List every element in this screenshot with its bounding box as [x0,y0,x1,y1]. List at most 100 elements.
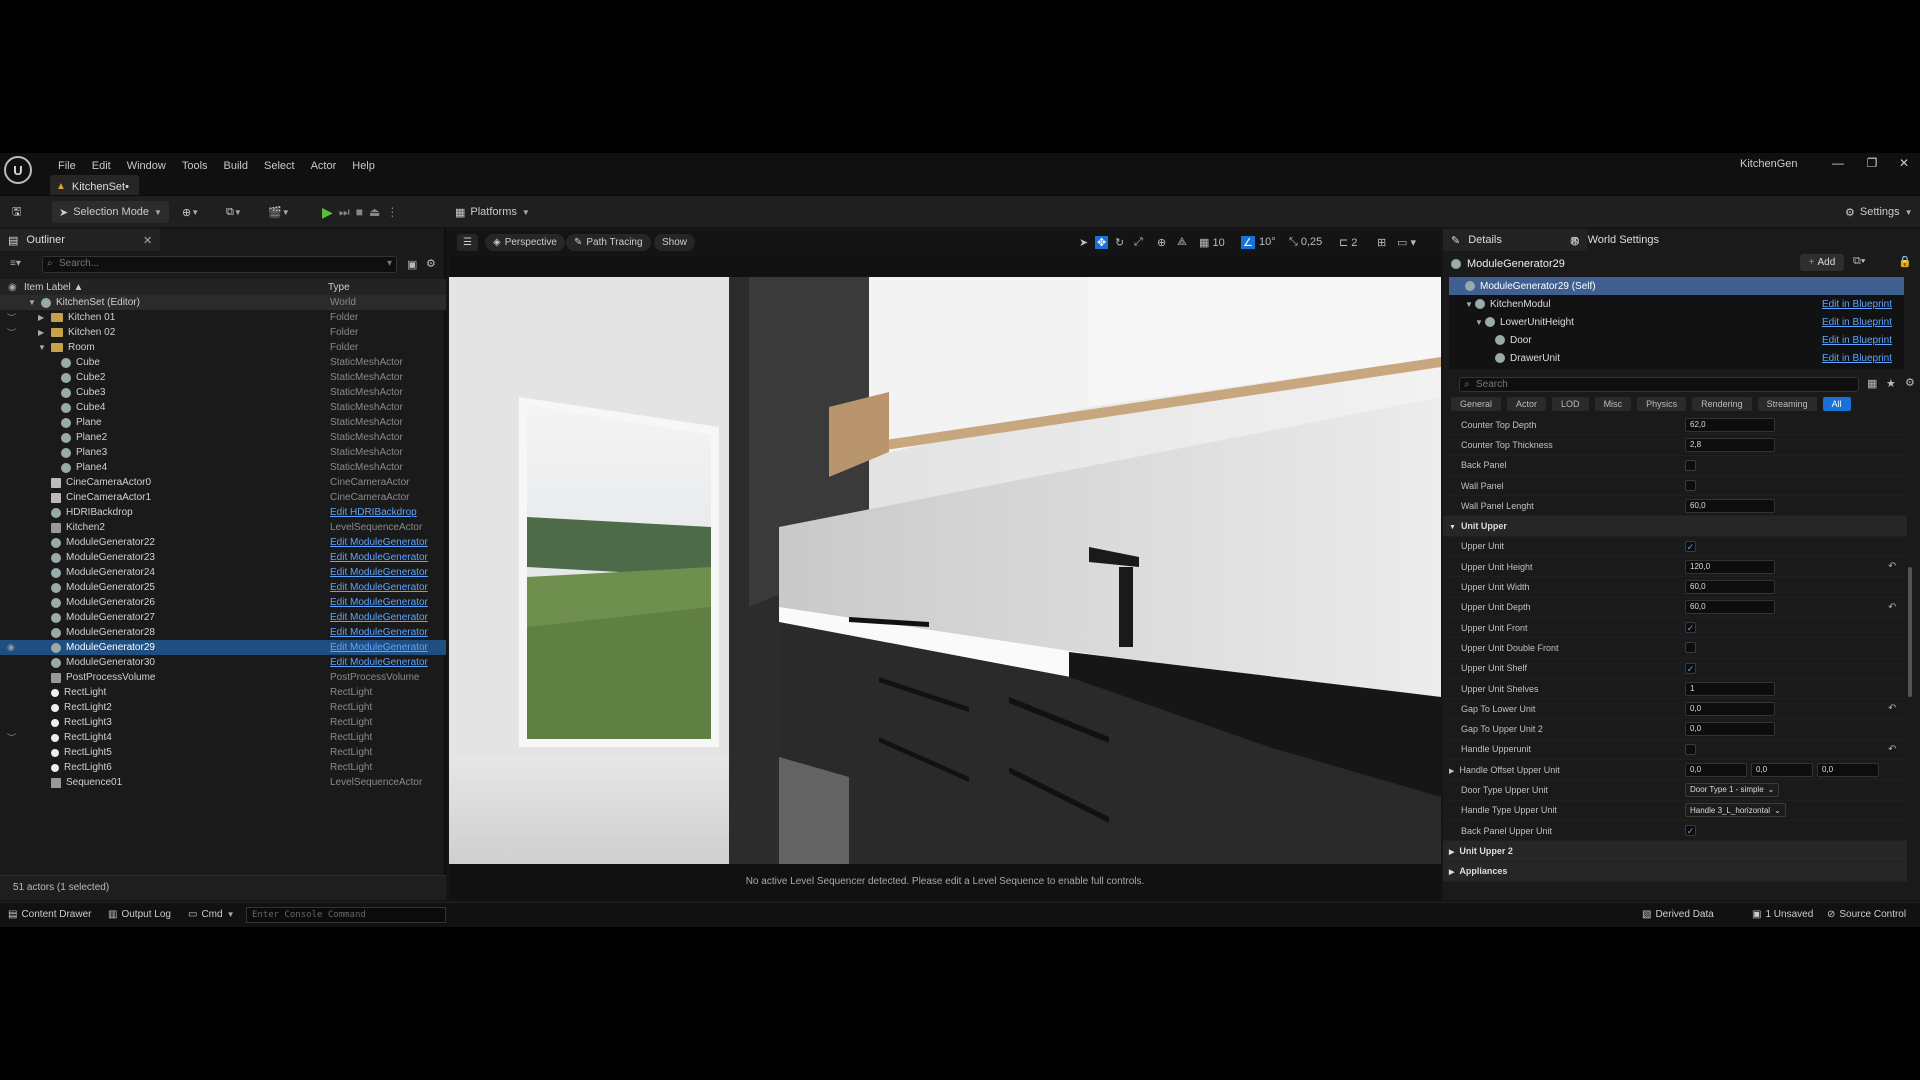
component-row[interactable]: ▼ LowerUnitHeight Edit in Blueprint [1449,313,1904,331]
grid-snap-icon[interactable]: ▦ 10 [1199,236,1225,249]
edit-link[interactable]: Edit ModuleGenerator [330,597,428,608]
source-control-button[interactable]: ⊘ Source Control [1827,909,1906,920]
column-item-label[interactable]: Item Label ▲ [24,282,83,293]
edit-link[interactable]: Edit ModuleGenerator [330,552,428,563]
filter-lod[interactable]: LOD [1552,397,1589,411]
details-scroll-thumb[interactable] [1908,567,1912,697]
outliner-row[interactable]: ModuleGenerator22 Edit ModuleGenerator [0,535,446,550]
component-row[interactable]: ModuleGenerator29 (Self) [1449,277,1904,295]
viewport-render[interactable] [449,277,1441,864]
selection-mode-dropdown[interactable]: ➤ Selection Mode ▼ [52,201,169,223]
checkbox[interactable]: ✓ [1685,825,1696,837]
outliner-row[interactable]: Plane StaticMeshActor [0,415,446,430]
vector-field[interactable]: 0,0 [1817,762,1879,777]
world-settings-tab[interactable]: ◍ World Settings [1562,229,1667,251]
expanded-arrow-icon[interactable]: ▼ [1465,300,1475,309]
outliner-row[interactable]: CineCameraActor1 CineCameraActor [0,490,446,505]
menu-item-edit[interactable]: Edit [84,157,119,175]
outliner-row[interactable]: Cube4 StaticMeshActor [0,400,446,415]
outliner-row[interactable]: PostProcessVolume PostProcessVolume [0,670,446,685]
close-icon[interactable]: ✕ [1892,156,1916,170]
enum-dropdown[interactable]: Door Type 1 - simple ⌄ [1685,782,1780,797]
outliner-row[interactable]: RectLight3 RectLight [0,715,446,730]
edit-in-blueprint-link[interactable]: Edit in Blueprint [1822,335,1892,346]
edit-link[interactable]: Edit ModuleGenerator [330,582,428,593]
platforms-dropdown[interactable]: ▦ Platforms ▼ [448,201,537,223]
add-actor-icon[interactable]: ⊕ ▼ [182,201,199,223]
outliner-row[interactable]: Cube3 StaticMeshActor [0,385,446,400]
path-tracing-button[interactable]: ✎ Path Tracing [566,234,651,251]
checkbox[interactable] [1685,480,1696,492]
component-row[interactable]: ▼ KitchenModul Edit in Blueprint [1449,295,1904,313]
expanded-arrow-icon[interactable]: ▼ [1449,524,1456,531]
expanded-arrow-icon[interactable]: ▼ [38,343,46,352]
component-row[interactable]: DrawerUnit Edit in Blueprint [1449,349,1904,367]
close-tab-icon[interactable]: ✕ [143,234,152,247]
number-field[interactable]: 120,0 [1685,559,1775,574]
checkbox[interactable]: ✓ [1685,540,1696,552]
outliner-row[interactable]: ︶ ▶ Kitchen 01 Folder [0,310,446,325]
settings-dropdown[interactable]: ⚙ Settings ▼ [1838,201,1920,223]
visibility-icon[interactable]: ︶ [7,731,16,744]
filter-all[interactable]: All [1822,397,1851,411]
menu-item-window[interactable]: Window [119,157,174,175]
collapsed-arrow-icon[interactable]: ▶ [1449,849,1454,856]
outliner-row[interactable]: RectLight6 RectLight [0,760,446,775]
outliner-row[interactable]: ◉ ModuleGenerator29 Edit ModuleGenerator [0,640,446,655]
cinematics-icon[interactable]: 🎬 ▼ [268,201,290,223]
add-folder-icon[interactable]: ▣ [407,258,417,271]
outliner-row[interactable]: CineCameraActor0 CineCameraActor [0,475,446,490]
number-field[interactable]: 62,0 [1685,417,1775,432]
save-icon[interactable]: 🖫 [12,201,21,223]
outliner-row[interactable]: ModuleGenerator23 Edit ModuleGenerator [0,550,446,565]
unsaved-button[interactable]: ▣ 1 Unsaved [1752,909,1813,920]
reset-to-default-icon[interactable]: ↶ [1888,561,1896,572]
menu-item-build[interactable]: Build [216,157,256,175]
edit-link[interactable]: Edit ModuleGenerator [330,537,428,548]
edit-link[interactable]: Edit ModuleGenerator [330,612,428,623]
edit-link[interactable]: Edit ModuleGenerator [330,627,428,638]
outliner-row[interactable]: ModuleGenerator24 Edit ModuleGenerator [0,565,446,580]
category-header[interactable]: ▼ Unit Upper [1443,516,1907,537]
menu-item-select[interactable]: Select [256,157,303,175]
menu-item-help[interactable]: Help [344,157,383,175]
add-component-button[interactable]: + Add [1800,254,1844,271]
surface-snap-icon[interactable]: ⟁ [1177,236,1187,249]
outliner-row[interactable]: ModuleGenerator26 Edit ModuleGenerator [0,595,446,610]
number-field[interactable]: 60,0 [1685,580,1775,595]
outliner-row[interactable]: Plane2 StaticMeshActor [0,430,446,445]
filter-general[interactable]: General [1451,397,1502,411]
content-drawer-button[interactable]: ▤ Content Drawer [8,909,91,920]
outliner-row[interactable]: Plane3 StaticMeshActor [0,445,446,460]
outliner-row[interactable]: RectLight RectLight [0,685,446,700]
menu-item-file[interactable]: File [50,157,84,175]
rotate-tool-icon[interactable]: ↻ [1115,236,1124,249]
step-icon[interactable]: ⏭ [339,205,350,220]
reset-to-default-icon[interactable]: ↶ [1888,703,1896,714]
cmd-dropdown[interactable]: ▭ Cmd ▼ [188,909,235,920]
collapsed-arrow-icon[interactable]: ▶ [38,328,46,337]
vector-field[interactable]: 0,0 [1685,762,1747,777]
collapsed-arrow-icon[interactable]: ▶ [38,313,46,322]
outliner-row[interactable]: ▼ KitchenSet (Editor) World [0,295,446,310]
outliner-row[interactable]: Cube StaticMeshActor [0,355,446,370]
edit-link[interactable]: Edit ModuleGenerator [330,657,428,668]
reset-to-default-icon[interactable]: ↶ [1888,744,1896,755]
category-header[interactable]: ▶ Unit Upper 2 [1443,841,1907,862]
outliner-tab[interactable]: ▤ Outliner ✕ [0,229,161,251]
gear-icon[interactable]: ⚙ [426,257,436,270]
outliner-row[interactable]: ︶ RectLight4 RectLight [0,730,446,745]
edit-link[interactable]: Edit ModuleGenerator [330,567,428,578]
play-icon[interactable]: ▶ [322,204,333,221]
vector-field[interactable]: 0,0 [1751,762,1813,777]
filter-physics[interactable]: Physics [1637,397,1687,411]
collapsed-arrow-icon[interactable]: ▶ [1449,869,1454,876]
number-field[interactable]: 60,0 [1685,600,1775,615]
outliner-row[interactable]: ModuleGenerator25 Edit ModuleGenerator [0,580,446,595]
number-field[interactable]: 2,8 [1685,437,1775,452]
checkbox[interactable] [1685,642,1696,654]
outliner-row[interactable]: HDRIBackdrop Edit HDRIBackdrop [0,505,446,520]
visibility-icon[interactable]: ︶ [7,311,16,324]
filter-icon[interactable]: ≡▾ [10,258,21,269]
level-viewport[interactable]: ☰ ◈ Perspective ✎ Path Tracing Show ➤ ✥ … [449,229,1441,900]
